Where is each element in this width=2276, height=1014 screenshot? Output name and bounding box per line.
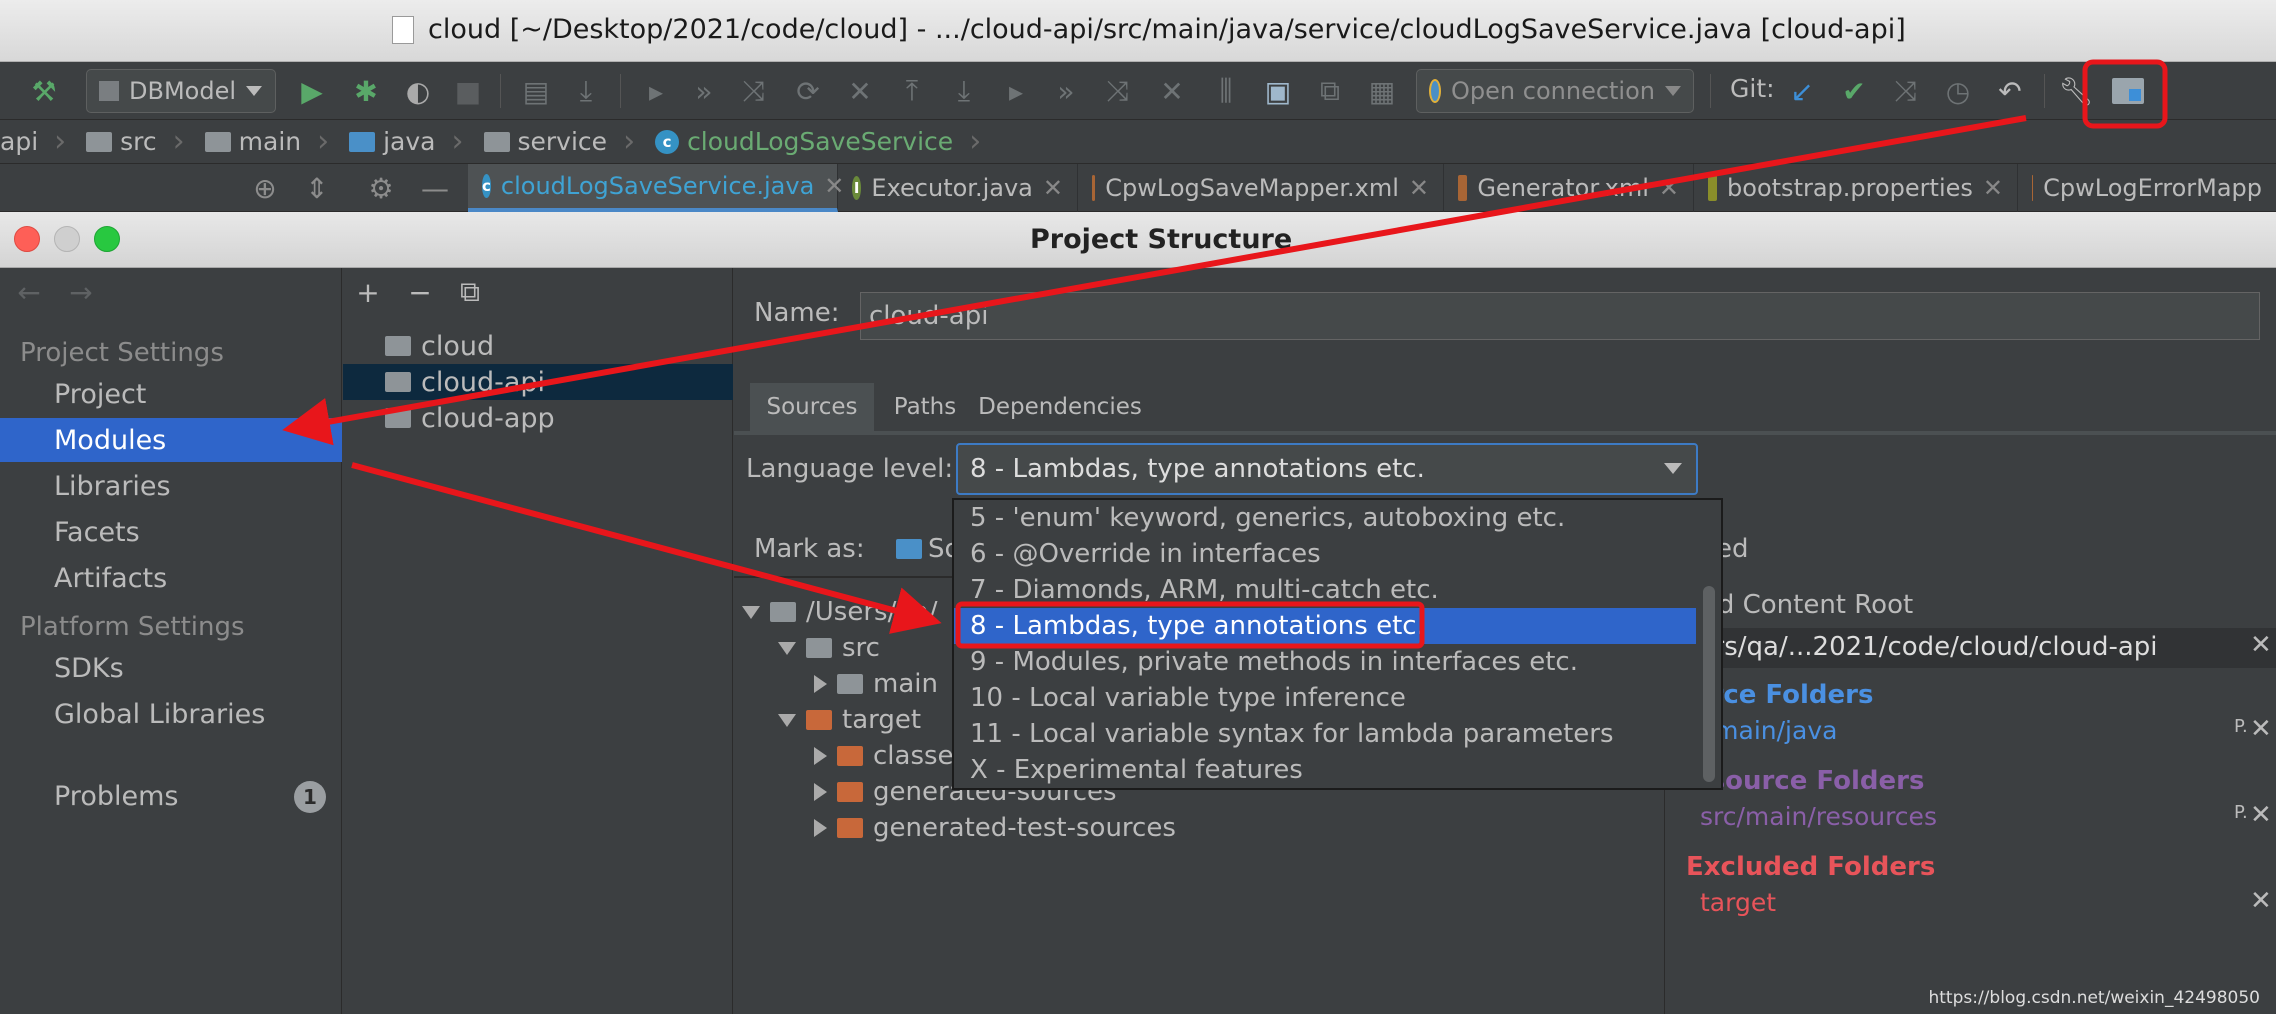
- highlight-box-language-8: [955, 601, 1425, 649]
- watermark: https://blog.csdn.net/weixin_42498050: [1928, 988, 2260, 1008]
- arrow-to-modules: [282, 115, 2027, 446]
- highlight-box-project-structure: [2082, 59, 2168, 129]
- arrow-to-language-8: [351, 462, 942, 634]
- annotation-overlay: [282, 59, 2168, 649]
